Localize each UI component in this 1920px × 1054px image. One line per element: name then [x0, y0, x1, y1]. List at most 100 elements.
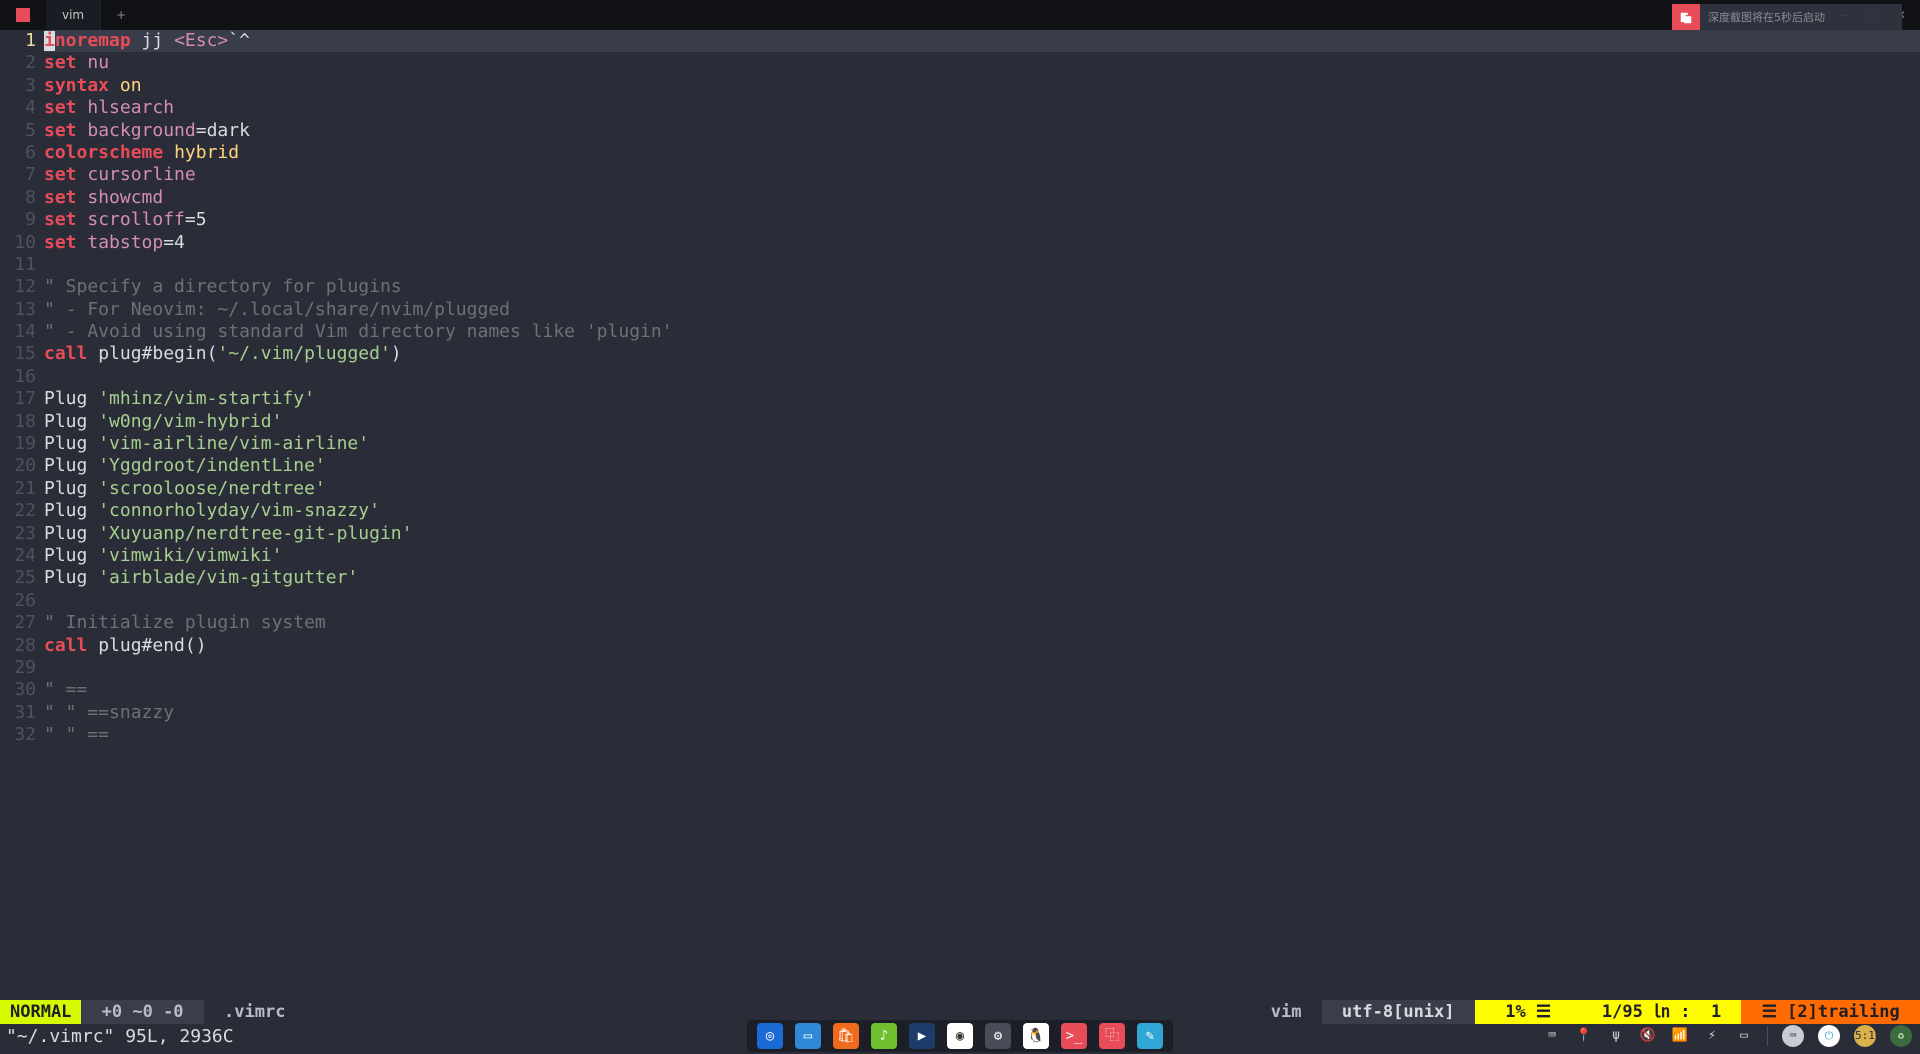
- osk-icon[interactable]: ⌨: [1782, 1025, 1804, 1047]
- video-icon[interactable]: ▶: [909, 1023, 935, 1049]
- token-cmt: " " ==snazzy: [44, 702, 174, 723]
- power-icon[interactable]: ⏻: [1818, 1025, 1840, 1047]
- code-line[interactable]: [44, 254, 1920, 276]
- show-desktop-icon[interactable]: ▭: [1735, 1027, 1753, 1045]
- editor-icon[interactable]: ✎: [1137, 1023, 1163, 1049]
- code-line[interactable]: set nu: [44, 52, 1920, 74]
- code-line[interactable]: Plug 'vimwiki/vimwiki': [44, 545, 1920, 567]
- line-number: 23: [0, 523, 40, 545]
- line-number: 19: [0, 433, 40, 455]
- code-line[interactable]: set scrolloff=5: [44, 209, 1920, 231]
- code-line[interactable]: set tabstop=4: [44, 232, 1920, 254]
- line-number: 5: [0, 120, 40, 142]
- token-neut: [77, 97, 88, 118]
- code-line[interactable]: Plug 'w0ng/vim-hybrid': [44, 411, 1920, 433]
- token-neut: ): [391, 343, 402, 364]
- code-line[interactable]: Plug 'scrooloose/nerdtree': [44, 478, 1920, 500]
- token-cmt: " Initialize plugin system: [44, 612, 326, 633]
- code-line[interactable]: [44, 590, 1920, 612]
- code-line[interactable]: " " ==snazzy: [44, 702, 1920, 724]
- os-dock: ◎ ▭ 🛍 ♪ ▶ ◉ ⚙ 🐧 >_ ⿻ ✎: [747, 1020, 1173, 1052]
- code-line[interactable]: Plug 'mhinz/vim-startify': [44, 388, 1920, 410]
- wifi-icon[interactable]: 📶: [1671, 1027, 1689, 1045]
- trash-icon[interactable]: ♻: [1890, 1025, 1912, 1047]
- token-opt: <Esc>: [174, 30, 228, 51]
- token-kw: call: [44, 635, 87, 656]
- token-kw: colorscheme: [44, 142, 163, 163]
- token-neut: Plug: [44, 388, 98, 409]
- usb-icon[interactable]: ψ: [1607, 1027, 1625, 1045]
- code-line[interactable]: " " ==: [44, 724, 1920, 746]
- chrome-icon[interactable]: ◉: [947, 1023, 973, 1049]
- token-str: 'scrooloose/nerdtree': [98, 478, 326, 499]
- line-number: 9: [0, 209, 40, 231]
- music-icon[interactable]: ♪: [871, 1023, 897, 1049]
- qq-icon[interactable]: 🐧: [1023, 1023, 1049, 1049]
- code-line[interactable]: set hlsearch: [44, 97, 1920, 119]
- code-area[interactable]: inoremap jj <Esc>`^set nusyntax onset hl…: [44, 30, 1920, 747]
- line-number-gutter: 1234567891011121314151617181920212223242…: [0, 30, 40, 747]
- token-str: 'connorholyday/vim-snazzy': [98, 500, 380, 521]
- code-line[interactable]: Plug 'connorholyday/vim-snazzy': [44, 500, 1920, 522]
- code-line[interactable]: call plug#begin('~/.vim/plugged'): [44, 343, 1920, 365]
- keyboard-icon[interactable]: ⌨: [1543, 1027, 1561, 1045]
- code-line[interactable]: colorscheme hybrid: [44, 142, 1920, 164]
- token-neut: Plug: [44, 545, 98, 566]
- tab-vim[interactable]: vim: [46, 0, 101, 30]
- token-neut: [163, 142, 174, 163]
- code-line[interactable]: inoremap jj <Esc>`^: [44, 30, 1920, 52]
- token-opt: showcmd: [87, 187, 163, 208]
- token-neut: [77, 187, 88, 208]
- code-line[interactable]: " Initialize plugin system: [44, 612, 1920, 634]
- code-line[interactable]: [44, 657, 1920, 679]
- token-str: 'Xuyuanp/nerdtree-git-plugin': [98, 523, 412, 544]
- bolt-icon[interactable]: ⚡: [1703, 1027, 1721, 1045]
- code-line[interactable]: set background=dark: [44, 120, 1920, 142]
- code-line[interactable]: " - For Neovim: ~/.local/share/nvim/plug…: [44, 299, 1920, 321]
- location-icon[interactable]: 📍: [1575, 1027, 1593, 1045]
- code-line[interactable]: Plug 'Yggdroot/indentLine': [44, 455, 1920, 477]
- token-opt: tabstop: [87, 232, 163, 253]
- files-icon[interactable]: ▭: [795, 1023, 821, 1049]
- terminal-icon[interactable]: >_: [1061, 1023, 1087, 1049]
- code-line[interactable]: call plug#end(): [44, 635, 1920, 657]
- line-number: 15: [0, 343, 40, 365]
- token-str: 'Yggdroot/indentLine': [98, 455, 326, 476]
- appstore-icon[interactable]: 🛍: [833, 1023, 859, 1049]
- screenshot-notif-icon: [1672, 4, 1700, 32]
- launcher-icon[interactable]: ◎: [757, 1023, 783, 1049]
- volume-icon[interactable]: 🔇: [1639, 1027, 1657, 1045]
- code-line[interactable]: " Specify a directory for plugins: [44, 276, 1920, 298]
- screenshot-icon[interactable]: ⿻: [1099, 1023, 1125, 1049]
- token-neut: [77, 232, 88, 253]
- line-number: 10: [0, 232, 40, 254]
- tab-label: vim: [62, 4, 84, 26]
- code-line[interactable]: Plug 'Xuyuanp/nerdtree-git-plugin': [44, 523, 1920, 545]
- airline-encoding: utf-8[unix]: [1322, 1000, 1475, 1024]
- line-number: 28: [0, 635, 40, 657]
- token-neut: Plug: [44, 567, 98, 588]
- screenshot-notif-text: 深度截图将在5秒后启动: [1708, 7, 1825, 29]
- token-cmt: " Specify a directory for plugins: [44, 276, 402, 297]
- code-line[interactable]: set showcmd: [44, 187, 1920, 209]
- line-number: 17: [0, 388, 40, 410]
- code-line[interactable]: syntax on: [44, 75, 1920, 97]
- line-number: 27: [0, 612, 40, 634]
- settings-icon[interactable]: ⚙: [985, 1023, 1011, 1049]
- editor-viewport[interactable]: 1234567891011121314151617181920212223242…: [0, 30, 1920, 992]
- clock-icon[interactable]: 15:16: [1854, 1025, 1876, 1047]
- line-number: 20: [0, 455, 40, 477]
- code-line[interactable]: [44, 366, 1920, 388]
- code-line[interactable]: " ==: [44, 679, 1920, 701]
- line-number: 18: [0, 411, 40, 433]
- new-tab-button[interactable]: +: [101, 0, 141, 30]
- token-kw: set: [44, 164, 77, 185]
- code-line[interactable]: set cursorline: [44, 164, 1920, 186]
- token-cmt: " ==: [44, 679, 87, 700]
- airline-git: +0 ~0 -0: [81, 1000, 203, 1024]
- token-neut: plug#end(): [87, 635, 206, 656]
- code-line[interactable]: Plug 'airblade/vim-gitgutter': [44, 567, 1920, 589]
- code-line[interactable]: " - Avoid using standard Vim directory n…: [44, 321, 1920, 343]
- code-line[interactable]: Plug 'vim-airline/vim-airline': [44, 433, 1920, 455]
- token-neut: [77, 52, 88, 73]
